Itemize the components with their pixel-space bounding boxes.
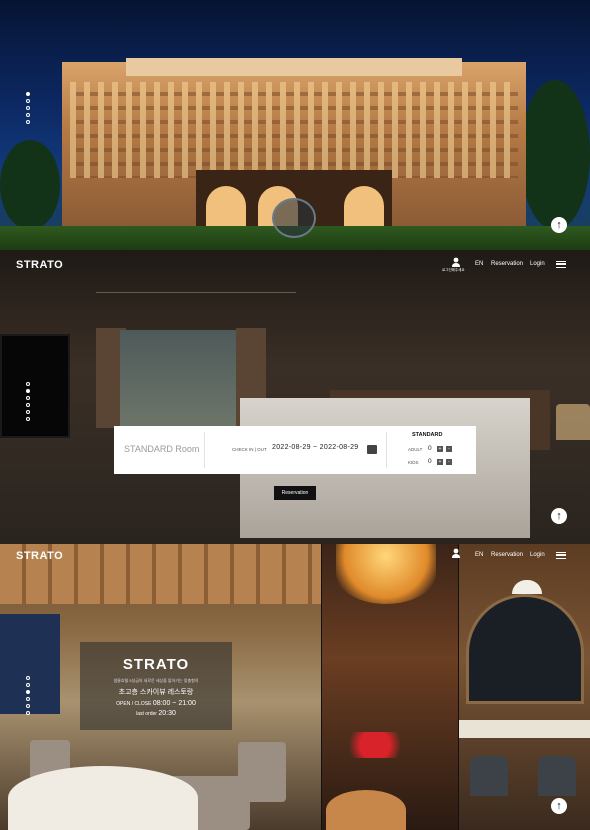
hamburger-menu-icon[interactable]	[556, 261, 566, 268]
arrow-up-icon: ↑	[556, 219, 562, 231]
slide-dot[interactable]	[26, 92, 30, 96]
scroll-top-button[interactable]: ↑	[551, 217, 567, 233]
slide-dot[interactable]	[26, 113, 30, 117]
slide-dot[interactable]	[26, 676, 30, 680]
tree-left	[0, 140, 60, 230]
slide-dot[interactable]	[26, 683, 30, 687]
slide-dot[interactable]	[26, 417, 30, 421]
site-header: STRATO 로그인해주세요 EN Reservation Login	[0, 250, 590, 280]
calendar-icon[interactable]	[367, 445, 377, 454]
adult-plus-button[interactable]: +	[437, 446, 443, 452]
booking-bar: STANDARD Room CHECK IN | OUT 2022-08-29 …	[114, 426, 476, 474]
ceiling-line	[96, 292, 296, 293]
divider	[204, 432, 205, 468]
slide-dot[interactable]	[26, 396, 30, 400]
slide-dot[interactable]	[26, 704, 30, 708]
room-name[interactable]: STANDARD Room	[124, 444, 199, 454]
bar-counter	[459, 720, 590, 738]
building-roof	[126, 58, 462, 76]
slide-dot[interactable]	[26, 690, 30, 694]
kids-plus-button[interactable]: +	[437, 459, 443, 465]
divider	[386, 432, 387, 468]
lounge-table	[326, 790, 406, 830]
reservation-link[interactable]: Reservation	[491, 552, 523, 558]
site-logo[interactable]: STRATO	[16, 259, 63, 271]
last-order-value: 20:30	[158, 710, 176, 717]
arrow-up-icon: ↑	[556, 800, 562, 812]
kids-count: 0	[428, 458, 432, 465]
lang-link[interactable]: EN	[475, 552, 483, 558]
slide-dot[interactable]	[26, 382, 30, 386]
slide-indicator	[26, 92, 30, 124]
login-link[interactable]: Login	[530, 261, 545, 267]
slide-dot[interactable]	[26, 711, 30, 715]
slide-indicator	[26, 382, 30, 421]
slide-dot[interactable]	[26, 410, 30, 414]
user-icon[interactable]	[451, 257, 461, 267]
dining-table	[8, 766, 198, 830]
room-window	[120, 330, 240, 426]
slide-dot[interactable]	[26, 106, 30, 110]
login-link[interactable]: Login	[530, 552, 545, 558]
slide-dot[interactable]	[26, 99, 30, 103]
bar-stool	[538, 756, 576, 796]
entrance-arch	[206, 186, 246, 230]
adult-label: ADULT	[408, 447, 423, 452]
scroll-top-button[interactable]: ↑	[551, 508, 567, 524]
restaurant-info-box: STRATO 샘물호텔 5성급의 새로운 세상을 맡아가는 맞춤형의 초고층 스…	[80, 642, 232, 730]
flower-arrangement	[340, 732, 410, 758]
restaurant-logo: STRATO	[122, 656, 190, 673]
hamburger-menu-icon[interactable]	[556, 552, 566, 559]
bar-stool	[470, 756, 508, 796]
dining-section: STRATO EN Reservation Login STRATO 샘물호텔 …	[0, 544, 590, 830]
bedside-lamp	[556, 404, 590, 440]
hours-label: OPEN / CLOSE	[116, 701, 152, 707]
slide-dot[interactable]	[26, 403, 30, 407]
checkio-label: CHECK IN | OUT	[232, 447, 267, 452]
user-label[interactable]: 로그인해주세요	[442, 268, 465, 273]
sculpture-orb	[272, 198, 316, 238]
reservation-button[interactable]: Reservation	[274, 486, 316, 500]
slide-dot[interactable]	[26, 697, 30, 701]
last-order: last order 20:30	[80, 710, 232, 717]
room-type[interactable]: STANDARD	[412, 432, 442, 438]
slide-dot[interactable]	[26, 120, 30, 124]
tv-screen	[0, 334, 70, 438]
chandelier	[336, 544, 436, 604]
date-range[interactable]: 2022-08-29 ~ 2022-08-29	[272, 444, 359, 451]
site-logo[interactable]: STRATO	[16, 550, 63, 562]
reservation-link[interactable]: Reservation	[491, 261, 523, 267]
last-order-label: last order	[136, 711, 157, 717]
hours-value: 08:00 ~ 21:00	[152, 700, 196, 707]
entrance-arch	[344, 186, 384, 230]
building-windows	[70, 82, 518, 178]
lang-link[interactable]: EN	[475, 261, 483, 267]
room-section: STRATO 로그인해주세요 EN Reservation Login STAN…	[0, 250, 590, 544]
scroll-top-button[interactable]: ↑	[551, 798, 567, 814]
slide-indicator	[26, 676, 30, 715]
restaurant-window	[0, 614, 60, 714]
tree-right	[520, 80, 590, 230]
opening-hours: OPEN / CLOSE 08:00 ~ 21:00	[80, 700, 232, 707]
bar-arch	[466, 594, 584, 704]
slide-dot[interactable]	[26, 389, 30, 393]
kids-minus-button[interactable]: -	[446, 459, 452, 465]
hero-exterior-section: ↑	[0, 0, 590, 250]
arrow-up-icon: ↑	[556, 510, 562, 522]
restaurant-description: 샘물호텔 5성급의 새로운 세상을 맡아가는 맞춤형의	[113, 678, 199, 683]
user-icon[interactable]	[451, 548, 461, 558]
adult-count: 0	[428, 445, 432, 452]
restaurant-name: 초고층 스카이뷰 레스토랑	[118, 689, 194, 696]
adult-minus-button[interactable]: -	[446, 446, 452, 452]
kids-label: KIDS	[408, 460, 419, 465]
